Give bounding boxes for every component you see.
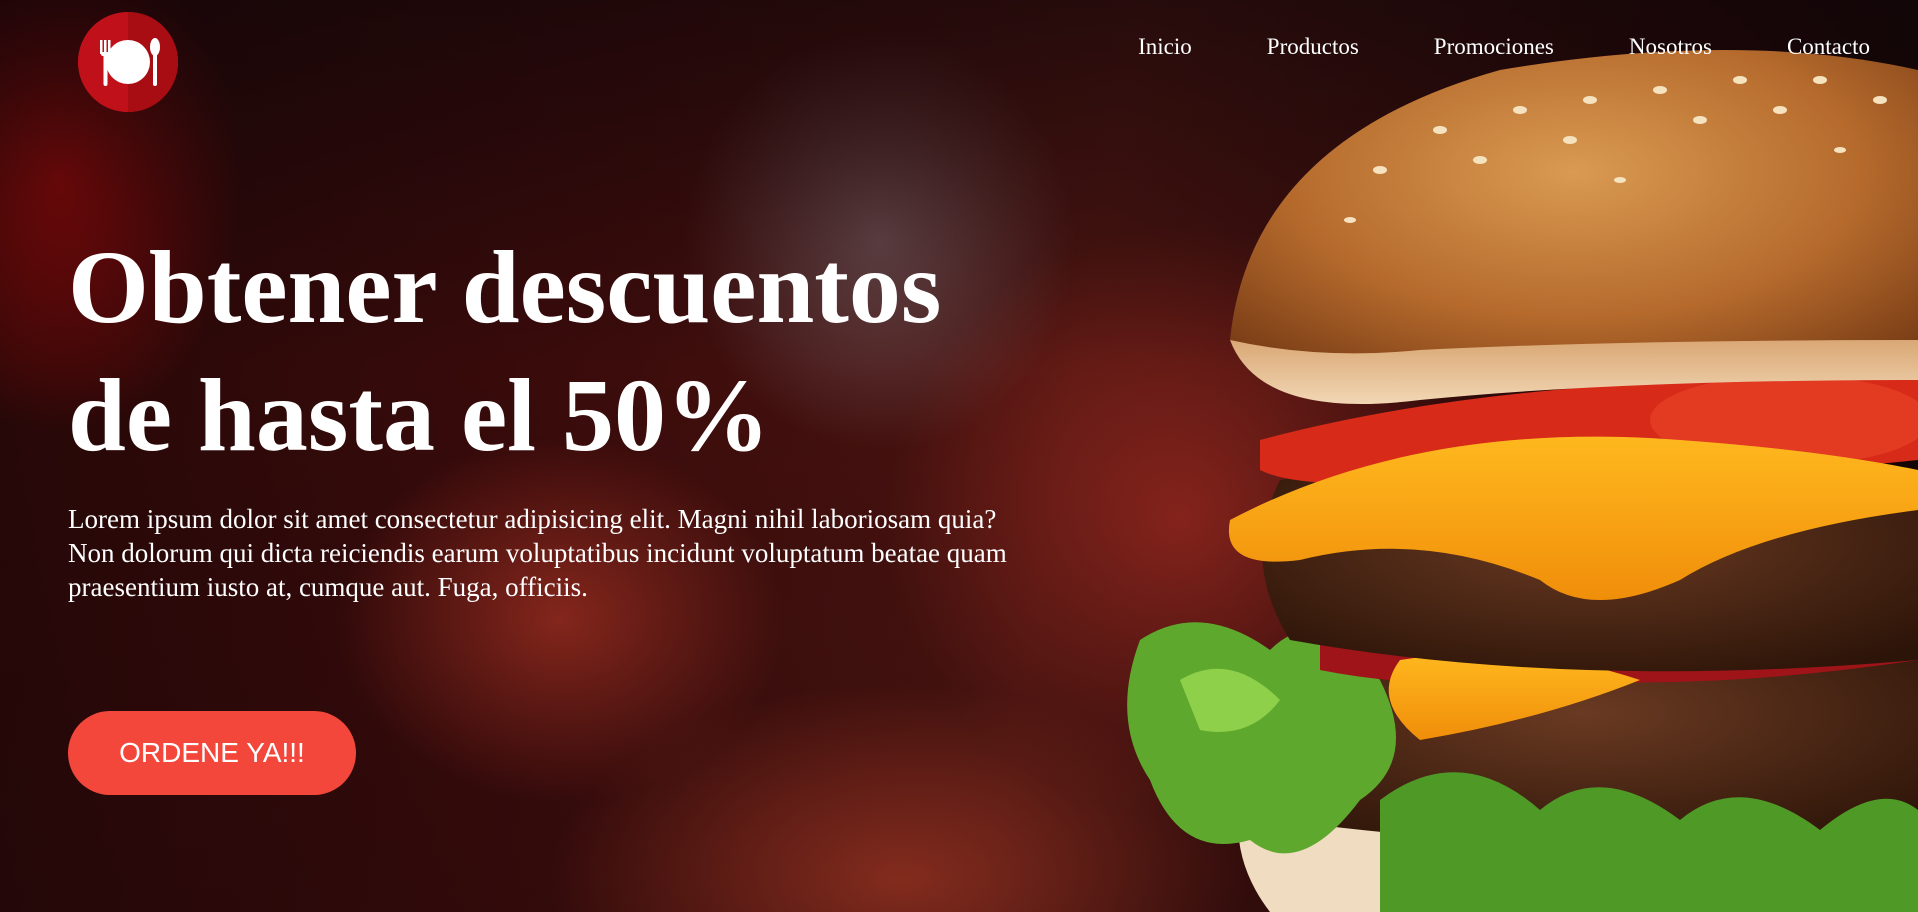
headline-line-1: Obtener descuentos: [68, 230, 942, 345]
nav-item-contacto[interactable]: Contacto: [1787, 32, 1870, 62]
plate-cutlery-icon: [78, 12, 178, 112]
headline-line-2: de hasta el 50%: [68, 358, 770, 473]
nav-item-nosotros[interactable]: Nosotros: [1629, 32, 1712, 62]
burger-photo: [1127, 50, 1918, 912]
main-nav: Inicio Productos Promociones Nosotros Co…: [1138, 32, 1870, 62]
order-now-button[interactable]: ORDENE YA!!!: [68, 711, 356, 795]
hero-section: Inicio Productos Promociones Nosotros Co…: [0, 0, 1918, 912]
nav-item-productos[interactable]: Productos: [1267, 32, 1359, 62]
hero-headline: Obtener descuentos de hasta el 50%: [68, 224, 1068, 480]
hero-description: Lorem ipsum dolor sit amet consectetur a…: [68, 504, 1007, 602]
nav-item-promociones[interactable]: Promociones: [1434, 32, 1554, 62]
logo[interactable]: [78, 12, 178, 112]
nav-item-inicio[interactable]: Inicio: [1138, 32, 1192, 62]
